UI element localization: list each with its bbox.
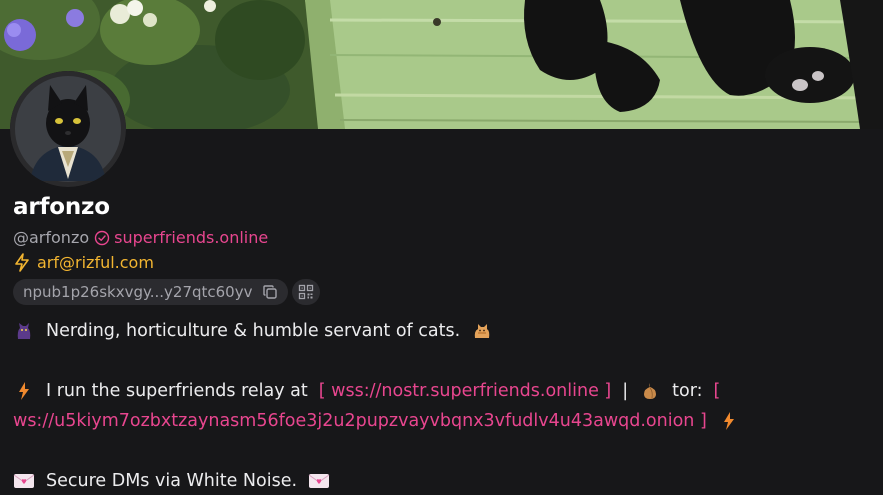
lightning-emoji-icon <box>13 380 35 402</box>
love-letter-icon <box>13 470 35 492</box>
about-text-relay-prefix: I run the superfriends relay at <box>46 381 308 401</box>
about-line-2: I run the superfriends relay at [ wss://… <box>13 376 873 406</box>
check-circle-icon <box>94 230 110 246</box>
about-line-4: Secure DMs via White Noise. <box>13 466 873 495</box>
npub-pill[interactable]: npub1p26skxvgy...y27qtc60yv <box>13 279 289 305</box>
black-cat-icon <box>13 320 35 342</box>
copy-icon[interactable] <box>262 284 278 300</box>
lightning-emoji-icon <box>718 410 740 432</box>
qr-code-button[interactable] <box>292 279 321 305</box>
npub-row: npub1p26skxvgy...y27qtc60yv <box>13 279 321 305</box>
lightning-row[interactable]: arf@rizful.com <box>13 253 154 272</box>
tor-bracket-open[interactable]: [ <box>714 376 721 406</box>
nip05-domain-link[interactable]: superfriends.online <box>114 228 268 247</box>
tor-label: tor: <box>672 381 703 401</box>
cat-icon <box>471 320 493 342</box>
relay-link[interactable]: [ wss://nostr.superfriends.online ] <box>319 376 611 406</box>
handle-row: @arfonzo superfriends.online <box>13 228 268 247</box>
profile-page: arfonzo @arfonzo superfriends.online arf… <box>0 0 883 495</box>
profile-about: Nerding, horticulture & humble servant o… <box>13 316 873 495</box>
love-letter-icon <box>308 470 330 492</box>
handle: @arfonzo <box>13 228 90 247</box>
about-text-dms: Secure DMs via White Noise. <box>46 471 298 491</box>
onion-icon <box>639 380 661 402</box>
about-line-1: Nerding, horticulture & humble servant o… <box>13 316 873 346</box>
lightning-address-link[interactable]: arf@rizful.com <box>37 253 154 272</box>
lightning-bolt-icon <box>13 253 31 272</box>
about-line-3: ws://u5kiym7ozbxtzaynasm56foe3j2u2pupzva… <box>13 406 873 436</box>
separator: | <box>622 381 629 401</box>
profile-banner-image <box>0 0 883 129</box>
qr-code-icon <box>298 284 314 300</box>
avatar[interactable] <box>10 71 126 187</box>
about-text-1: Nerding, horticulture & humble servant o… <box>46 321 461 341</box>
onion-link[interactable]: ws://u5kiym7ozbxtzaynasm56foe3j2u2pupzva… <box>13 406 707 436</box>
npub-text: npub1p26skxvgy...y27qtc60yv <box>23 283 253 301</box>
display-name: arfonzo <box>13 194 110 220</box>
